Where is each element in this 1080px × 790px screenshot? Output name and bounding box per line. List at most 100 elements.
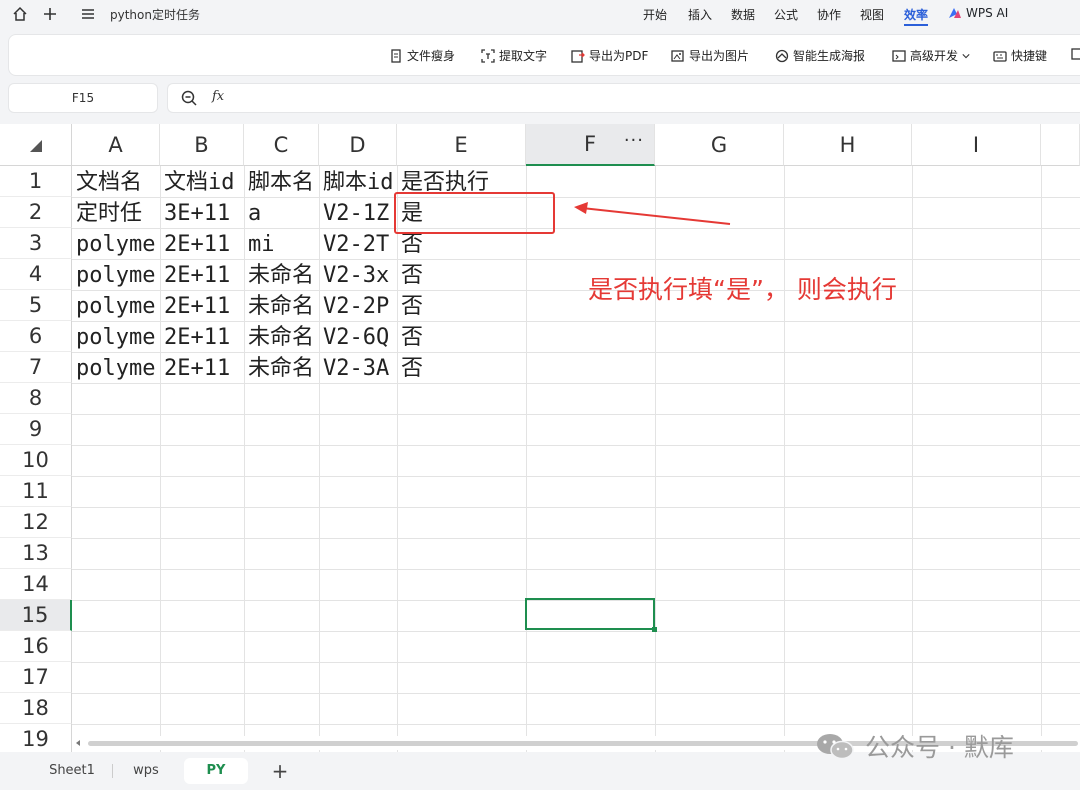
col-header-B[interactable]: B — [160, 124, 244, 166]
column-menu-icon[interactable]: ··· — [624, 130, 644, 151]
grid-line — [912, 166, 913, 752]
row-header-17[interactable]: 17 — [0, 662, 72, 693]
smart-poster-button[interactable]: 智能生成海报 — [775, 47, 865, 64]
row-header-6[interactable]: 6 — [0, 321, 72, 352]
cell-C7[interactable]: 未命名 — [245, 353, 319, 384]
tab-py[interactable]: PY — [184, 758, 248, 784]
grid-line — [72, 476, 1080, 477]
chevron-down-icon — [962, 53, 970, 58]
menu-efficiency[interactable]: 效率 — [904, 6, 929, 26]
row-header-12[interactable]: 12 — [0, 507, 72, 538]
col-header-A[interactable]: A — [72, 124, 160, 166]
cell-A2[interactable]: 定时任 — [73, 198, 160, 229]
col-header-F[interactable]: F ··· — [526, 124, 655, 166]
cell-C3[interactable]: mi — [245, 229, 319, 260]
fx-icon[interactable]: fx — [212, 89, 224, 104]
row-header-9[interactable]: 9 — [0, 414, 72, 445]
cell-B1[interactable]: 文档id — [161, 167, 244, 198]
export-image-icon — [671, 49, 684, 62]
cell-E7[interactable]: 否 — [398, 353, 526, 384]
col-header-E[interactable]: E — [397, 124, 526, 166]
row-header-14[interactable]: 14 — [0, 569, 72, 600]
row-header-18[interactable]: 18 — [0, 693, 72, 724]
home-icon[interactable] — [10, 4, 30, 24]
row-header-5[interactable]: 5 — [0, 290, 72, 321]
scroll-left-icon[interactable] — [74, 739, 82, 747]
menu-insert[interactable]: 插入 — [688, 6, 712, 23]
row-header-2[interactable]: 2 — [0, 197, 72, 228]
row-header-10[interactable]: 10 — [0, 445, 72, 476]
tab-wps[interactable]: wps — [120, 758, 172, 784]
row-header-8[interactable]: 8 — [0, 383, 72, 414]
col-header-D[interactable]: D — [319, 124, 397, 166]
menu-data[interactable]: 数据 — [731, 6, 755, 23]
row-header-16[interactable]: 16 — [0, 631, 72, 662]
col-header-C[interactable]: C — [244, 124, 319, 166]
export-image-button[interactable]: 导出为图片 — [671, 47, 749, 64]
cell-A3[interactable]: polyme — [73, 229, 160, 260]
cell-C1[interactable]: 脚本名 — [245, 167, 319, 198]
cell-B5[interactable]: 2E+11 — [161, 291, 244, 322]
cell-D1[interactable]: 脚本id — [320, 167, 397, 198]
cell-B4[interactable]: 2E+11 — [161, 260, 244, 291]
cell-D3[interactable]: V2-2T — [320, 229, 397, 260]
menu-home[interactable]: 开始 — [643, 6, 667, 23]
grid-line — [72, 724, 1080, 725]
cell-D7[interactable]: V2-3A — [320, 353, 397, 384]
slim-file-button[interactable]: 文件瘦身 — [389, 47, 455, 64]
cell-D5[interactable]: V2-2P — [320, 291, 397, 322]
cell-C2[interactable]: a — [245, 198, 319, 229]
export-pdf-button[interactable]: 导出为PDF — [571, 47, 648, 64]
cell-B7[interactable]: 2E+11 — [161, 353, 244, 384]
row-header-1[interactable]: 1 — [0, 166, 72, 197]
zoom-icon[interactable] — [180, 89, 198, 107]
row-header-15[interactable]: 15 — [0, 600, 72, 631]
cell-C5[interactable]: 未命名 — [245, 291, 319, 322]
tab-sheet1[interactable]: Sheet1 — [40, 758, 104, 784]
dev-icon — [892, 49, 906, 62]
col-header-G[interactable]: G — [655, 124, 784, 166]
cell-D4[interactable]: V2-3x — [320, 260, 397, 291]
cell-A6[interactable]: polyme — [73, 322, 160, 353]
more-tool-button[interactable] — [1071, 47, 1080, 61]
cell-A7[interactable]: polyme — [73, 353, 160, 384]
cell-B6[interactable]: 2E+11 — [161, 322, 244, 353]
col-header-J[interactable] — [1041, 124, 1080, 166]
advanced-dev-button[interactable]: 高级开发 — [892, 47, 970, 64]
cell-D6[interactable]: V2-6Q — [320, 322, 397, 353]
extract-text-button[interactable]: 提取文字 — [481, 47, 547, 64]
spreadsheet-grid[interactable]: A B C D E F ··· G H I 1 2 3 4 5 6 7 8 9 … — [0, 124, 1080, 752]
wps-ai-button[interactable]: WPS AI — [948, 6, 1008, 20]
row-header-7[interactable]: 7 — [0, 352, 72, 383]
row-header-3[interactable]: 3 — [0, 228, 72, 259]
shortcut-button[interactable]: 快捷键 — [993, 47, 1047, 64]
grid-line — [655, 166, 656, 752]
cell-A4[interactable]: polyme — [73, 260, 160, 291]
menu-icon[interactable] — [78, 4, 98, 24]
cell-C4[interactable]: 未命名 — [245, 260, 319, 291]
row-header-11[interactable]: 11 — [0, 476, 72, 507]
add-sheet-button[interactable]: + — [266, 758, 294, 784]
row-header-19[interactable]: 19 — [0, 724, 72, 752]
col-header-I[interactable]: I — [912, 124, 1041, 166]
cell-E4[interactable]: 否 — [398, 260, 526, 291]
cell-C6[interactable]: 未命名 — [245, 322, 319, 353]
formula-bar[interactable]: fx — [167, 83, 1080, 113]
row-header-13[interactable]: 13 — [0, 538, 72, 569]
cell-D2[interactable]: V2-1Z — [320, 198, 397, 229]
name-box[interactable]: F15 — [8, 83, 158, 113]
cell-A1[interactable]: 文档名 — [73, 167, 160, 198]
new-tab-icon[interactable] — [40, 4, 60, 24]
menu-view[interactable]: 视图 — [860, 6, 884, 23]
active-cell-F15[interactable] — [525, 598, 657, 632]
row-header-4[interactable]: 4 — [0, 259, 72, 290]
cell-B3[interactable]: 2E+11 — [161, 229, 244, 260]
cell-A5[interactable]: polyme — [73, 291, 160, 322]
menu-collab[interactable]: 协作 — [817, 6, 841, 23]
cell-B2[interactable]: 3E+11 — [161, 198, 244, 229]
cell-E5[interactable]: 否 — [398, 291, 526, 322]
col-header-H[interactable]: H — [784, 124, 912, 166]
cell-E6[interactable]: 否 — [398, 322, 526, 353]
select-all-corner[interactable] — [0, 124, 72, 166]
menu-formula[interactable]: 公式 — [774, 6, 798, 23]
